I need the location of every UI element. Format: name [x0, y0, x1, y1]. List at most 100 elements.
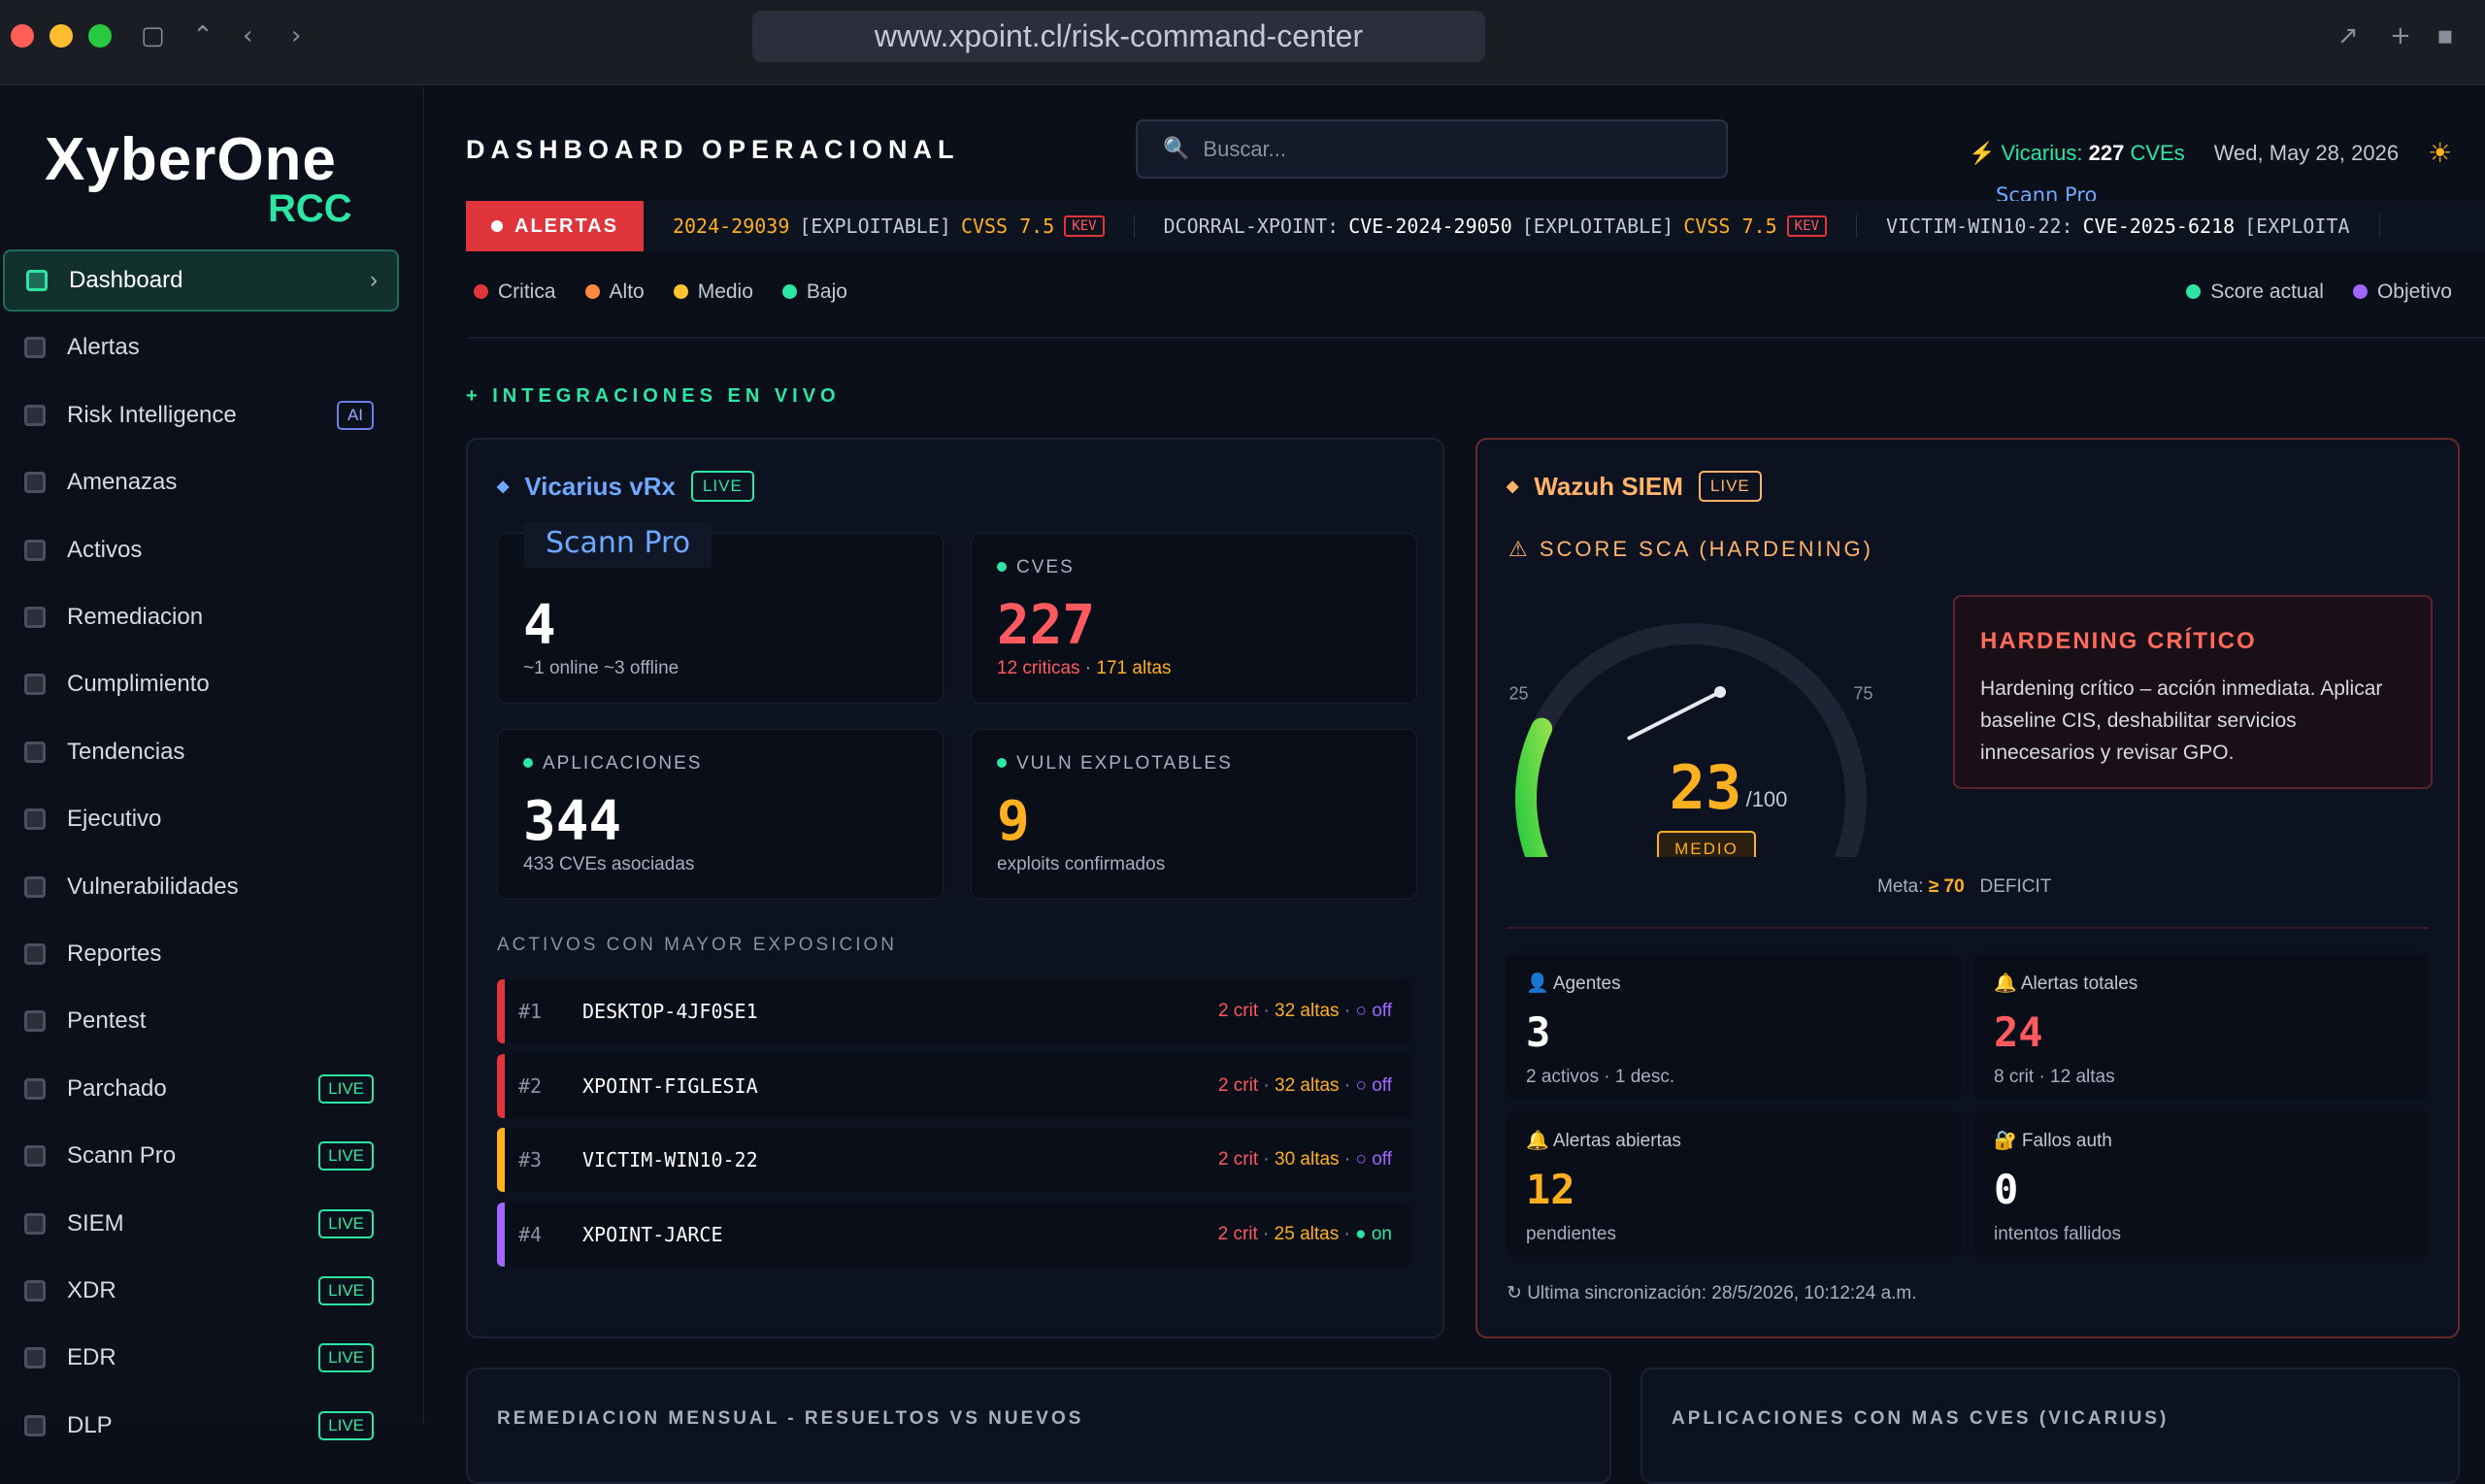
- back-icon[interactable]: ‹: [243, 21, 252, 50]
- gauge-needle-hub: [1714, 686, 1726, 698]
- asset-row[interactable]: #3 VICTIM-WIN10-22 2 crit · 30 altas · ○ o…: [497, 1128, 1411, 1192]
- sidebar-item-amenazas[interactable]: Amenazas: [3, 451, 399, 513]
- sidebar-item-scann-pro[interactable]: Scann Pro LIVE: [3, 1125, 399, 1187]
- sidebar-item-cumplimiento[interactable]: Cumplimiento: [3, 653, 399, 715]
- search-placeholder: Buscar...: [1203, 136, 1286, 161]
- new-tab-icon[interactable]: +: [2390, 21, 2411, 50]
- legend-dot: [2352, 284, 2368, 299]
- sidebar-item-label: Parchado: [67, 1074, 167, 1102]
- search-icon: 🔍: [1163, 137, 1190, 161]
- asset-state: ○ off: [1355, 1074, 1392, 1096]
- gauge-needle: [1627, 690, 1722, 741]
- kev-badge: KEV: [1064, 215, 1105, 237]
- chevron-up-icon[interactable]: ⌃: [192, 21, 214, 50]
- live-badge: LIVE: [318, 1276, 374, 1305]
- scannpro-overlay-tab[interactable]: Scann Pro: [524, 522, 712, 568]
- asset-crit: 2 crit: [1217, 1223, 1258, 1244]
- gauge-max: /100: [1746, 787, 1788, 811]
- asset-row[interactable]: #2 XPOINT-FIGLESIA 2 crit · 32 altas · ○ o…: [497, 1053, 1411, 1118]
- sidebar-item-label: Vulnerabilidades: [67, 873, 239, 900]
- sidebar-item-label: XDR: [67, 1277, 116, 1303]
- ticker-item[interactable]: DCORRAL-XPOINT: CVE-2024-29050 [EXPLOITABL…: [1135, 214, 1857, 238]
- gauge-tick-label: 25: [1508, 684, 1528, 704]
- sidebar-item-ejecutivo[interactable]: Ejecutivo: [3, 788, 399, 850]
- vicarius-header: ◆ Vicarius vRx LIVE: [497, 471, 754, 502]
- sidebar-item-vulnerabilidades[interactable]: Vulnerabilidades: [3, 856, 399, 918]
- asset-state: ○ off: [1355, 1001, 1392, 1021]
- sidebar-item-reportes[interactable]: Reportes: [3, 923, 399, 985]
- sidebar-item-dlp[interactable]: DLP LIVE: [3, 1395, 399, 1457]
- sidebar-item-label: EDR: [67, 1344, 116, 1371]
- legend-label: Score actual: [2210, 280, 2324, 303]
- share-icon[interactable]: ↗: [2337, 21, 2359, 50]
- stat-label: 🔐 Fallos auth: [1994, 1131, 2112, 1151]
- nav-icon: [24, 943, 46, 965]
- status-dot: [997, 562, 1007, 572]
- vicarius-stat-card: VULN EXPLOTABLES 9 exploits confirmados: [971, 729, 1417, 900]
- stat-label: VULN EXPLOTABLES: [997, 753, 1233, 775]
- sidebar-item-label: Alertas: [67, 334, 140, 361]
- stat-sub: 12 criticas · 171 altas: [997, 658, 1172, 679]
- sidebar-toggle-icon[interactable]: ▢: [141, 21, 165, 50]
- asset-row[interactable]: #1 DESKTOP-4JF0SE1 2 crit · 32 altas · ○ o…: [497, 979, 1411, 1043]
- sidebar-item-alertas[interactable]: Alertas: [3, 316, 399, 379]
- logo-sub: RCC: [268, 187, 352, 230]
- assets-title: ACTIVOS CON MAYOR EXPOSICION: [497, 935, 897, 955]
- url-bar[interactable]: www.xpoint.cl/risk-command-center: [752, 11, 1485, 62]
- asset-rank: #4: [518, 1222, 543, 1246]
- legend-label: Medio: [697, 280, 753, 303]
- nav-icon: [24, 1347, 46, 1369]
- asset-altas: 30 altas: [1275, 1149, 1340, 1170]
- asset-state: ○ off: [1355, 1149, 1392, 1170]
- sidebar-item-remediacion[interactable]: Remediacion: [3, 586, 399, 648]
- ticker-item[interactable]: VICTIM-WIN10-22: CVE-2025-6218 [EXPLOITA: [1857, 214, 2380, 238]
- stat-label: 🔔 Alertas abiertas: [1526, 1131, 1681, 1151]
- close-window-button[interactable]: [11, 24, 34, 48]
- severity-bar: [497, 1202, 505, 1267]
- severity-bar: [497, 979, 505, 1043]
- ticker-tag-label: ALERTAS: [514, 214, 618, 237]
- stat-label: APLICACIONES: [523, 753, 702, 775]
- sidebar-item-edr[interactable]: EDR LIVE: [3, 1327, 399, 1389]
- score-legend: Score actual Objetivo: [2186, 280, 2452, 304]
- sidebar-item-risk-intelligence[interactable]: Risk Intelligence AI: [3, 384, 399, 446]
- asset-row[interactable]: #4 XPOINT-JARCE 2 crit · 25 altas · ● on: [497, 1202, 1411, 1267]
- legend-item: Critica: [474, 280, 556, 304]
- separator: ·: [1339, 1223, 1356, 1244]
- ticker-item[interactable]: 2024-29039 [EXPLOITABLE] CVSS 7.5 KEV: [644, 214, 1135, 238]
- tabs-overview-icon[interactable]: ▪: [2436, 21, 2454, 50]
- alert-ticker-tag[interactable]: ALERTAS: [466, 201, 644, 251]
- sidebar-item-parchado[interactable]: Parchado LIVE: [3, 1058, 399, 1120]
- sidebar-item-pentest[interactable]: Pentest: [3, 990, 399, 1052]
- meta-value: ≥ 70: [1928, 876, 1965, 897]
- nav-icon: [24, 1212, 46, 1235]
- gauge-tick-label: 75: [1854, 684, 1873, 704]
- sidebar-item-xdr[interactable]: XDR LIVE: [3, 1260, 399, 1322]
- wazuh-header: ◆ Wazuh SIEM LIVE: [1507, 471, 1762, 502]
- sidebar-item-tendencias[interactable]: Tendencias: [3, 721, 399, 783]
- logo[interactable]: XyberOne RCC: [45, 125, 355, 251]
- search-input[interactable]: 🔍 Buscar...: [1136, 119, 1728, 179]
- sidebar-item-label: Reportes: [67, 940, 162, 967]
- gauge-value: 23: [1670, 752, 1742, 823]
- gauge-fill: [1515, 717, 1553, 857]
- asset-meta: 2 crit · 25 altas · ● on: [1218, 1224, 1411, 1245]
- nav-icon: [24, 337, 46, 359]
- vicarius-status[interactable]: ⚡ Vicarius: 227 CVEs: [1969, 141, 2185, 166]
- sidebar-item-activos[interactable]: Activos: [3, 519, 399, 581]
- forward-icon[interactable]: ›: [291, 21, 301, 50]
- vicarius-stat-card: APLICACIONES 344 433 CVEs asociadas: [497, 729, 944, 900]
- asset-state: ● on: [1355, 1223, 1392, 1244]
- separator: ·: [1258, 1149, 1276, 1170]
- theme-toggle-sun-icon[interactable]: ☀: [2428, 137, 2452, 169]
- ticker-cve: 2024-29039: [672, 214, 790, 238]
- maximize-window-button[interactable]: [88, 24, 112, 48]
- sidebar-item-dashboard[interactable]: Dashboard ›: [3, 249, 399, 312]
- url-text: www.xpoint.cl/risk-command-center: [874, 18, 1364, 53]
- sidebar-item-siem[interactable]: SIEM LIVE: [3, 1193, 399, 1255]
- minimize-window-button[interactable]: [50, 24, 73, 48]
- stat-sub: 2 activos · 1 desc.: [1526, 1067, 1675, 1087]
- separator: ·: [1339, 1001, 1356, 1021]
- meta-line: Meta: ≥ 70 DEFICIT: [1877, 876, 2051, 898]
- gauge-track: [1515, 623, 1867, 857]
